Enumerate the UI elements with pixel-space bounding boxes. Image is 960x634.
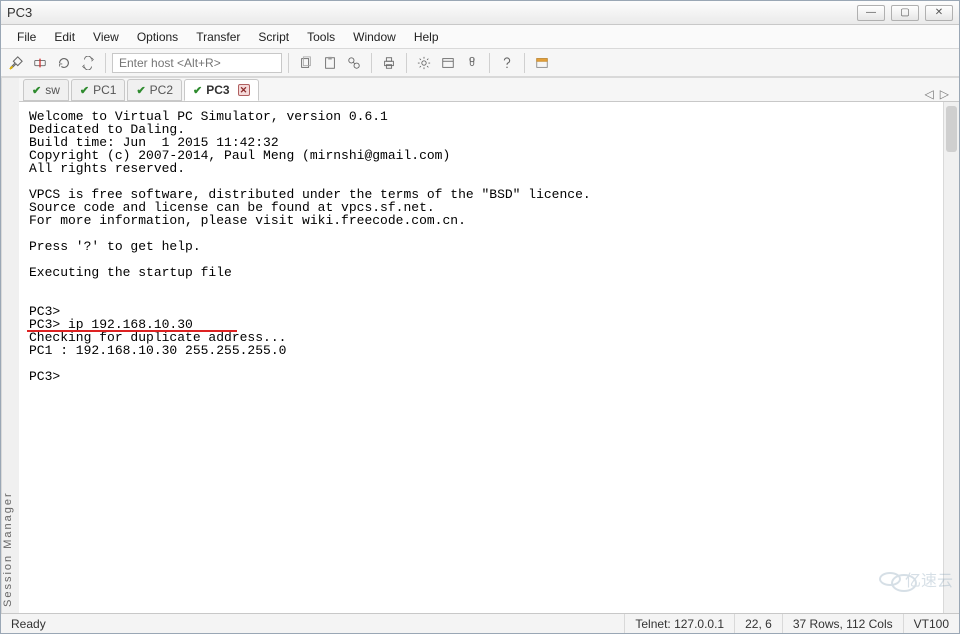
maximize-button[interactable]: ▢: [891, 5, 919, 21]
tab-sw[interactable]: ✔ sw: [23, 79, 69, 101]
toolbar-separator: [105, 53, 106, 73]
status-telnet: Telnet: 127.0.0.1: [625, 614, 735, 633]
status-ready: Ready: [1, 614, 625, 633]
check-icon: ✔: [193, 84, 202, 97]
check-icon: ✔: [32, 84, 41, 97]
menu-tools[interactable]: Tools: [299, 27, 343, 47]
check-icon: ✔: [136, 84, 145, 97]
tab-label: PC1: [93, 83, 116, 97]
status-size: 37 Rows, 112 Cols: [783, 614, 904, 633]
copy-icon[interactable]: [295, 52, 317, 74]
tab-next-icon[interactable]: ▷: [940, 87, 949, 101]
window-buttons: — ▢ ✕: [857, 5, 953, 21]
menu-view[interactable]: View: [85, 27, 127, 47]
tab-label: sw: [45, 83, 60, 97]
disconnect-icon[interactable]: [29, 52, 51, 74]
session-manager-tab[interactable]: Session Manager: [1, 78, 19, 613]
tab-nav-arrows: ◁ ▷: [925, 87, 955, 101]
menu-options[interactable]: Options: [129, 27, 186, 47]
scrollbar-thumb[interactable]: [946, 106, 957, 152]
connect-sftp-icon[interactable]: [77, 52, 99, 74]
tab-prev-icon[interactable]: ◁: [925, 87, 934, 101]
toolbar-separator: [288, 53, 289, 73]
window-title: PC3: [7, 5, 857, 20]
menu-window[interactable]: Window: [345, 27, 404, 47]
app-window: PC3 — ▢ ✕ File Edit View Options Transfe…: [0, 0, 960, 634]
command-underline: [27, 330, 237, 332]
toolbar: [1, 49, 959, 77]
vertical-scrollbar[interactable]: [943, 102, 959, 613]
settings-icon[interactable]: [413, 52, 435, 74]
new-session-icon[interactable]: [531, 52, 553, 74]
print-icon[interactable]: [378, 52, 400, 74]
terminal-output[interactable]: Welcome to Virtual PC Simulator, version…: [19, 102, 943, 613]
paste-icon[interactable]: [319, 52, 341, 74]
menu-edit[interactable]: Edit: [46, 27, 83, 47]
menu-transfer[interactable]: Transfer: [188, 27, 248, 47]
tab-pc1[interactable]: ✔ PC1: [71, 79, 126, 101]
status-cursor: 22, 6: [735, 614, 783, 633]
close-button[interactable]: ✕: [925, 5, 953, 21]
tab-pc3[interactable]: ✔ PC3 ✕: [184, 79, 259, 101]
menu-file[interactable]: File: [9, 27, 44, 47]
host-input[interactable]: [112, 53, 282, 73]
find-icon[interactable]: [343, 52, 365, 74]
menu-help[interactable]: Help: [406, 27, 447, 47]
status-term: VT100: [904, 614, 959, 633]
close-tab-icon[interactable]: ✕: [238, 84, 250, 96]
body-area: Session Manager ✔ sw ✔ PC1 ✔ PC2 ✔ PC: [1, 77, 959, 613]
menu-bar: File Edit View Options Transfer Script T…: [1, 25, 959, 49]
status-bar: Ready Telnet: 127.0.0.1 22, 6 37 Rows, 1…: [1, 613, 959, 633]
toolbar-separator: [524, 53, 525, 73]
tab-label: PC2: [150, 83, 173, 97]
session-tab-bar: ✔ sw ✔ PC1 ✔ PC2 ✔ PC3 ✕ ◁ ▷: [19, 78, 959, 102]
tab-pc2[interactable]: ✔ PC2: [127, 79, 182, 101]
tab-label: PC3: [206, 83, 229, 97]
minimize-button[interactable]: —: [857, 5, 885, 21]
session-options-icon[interactable]: [437, 52, 459, 74]
toolbar-separator: [371, 53, 372, 73]
check-icon: ✔: [80, 84, 89, 97]
help-icon[interactable]: [496, 52, 518, 74]
title-bar: PC3 — ▢ ✕: [1, 1, 959, 25]
content-column: ✔ sw ✔ PC1 ✔ PC2 ✔ PC3 ✕ ◁ ▷: [19, 78, 959, 613]
reconnect-icon[interactable]: [53, 52, 75, 74]
toolbar-separator: [406, 53, 407, 73]
toolbar-separator: [489, 53, 490, 73]
menu-script[interactable]: Script: [250, 27, 297, 47]
quick-connect-icon[interactable]: [5, 52, 27, 74]
keyword-highlight-icon[interactable]: [461, 52, 483, 74]
terminal-container: Welcome to Virtual PC Simulator, version…: [19, 102, 959, 613]
